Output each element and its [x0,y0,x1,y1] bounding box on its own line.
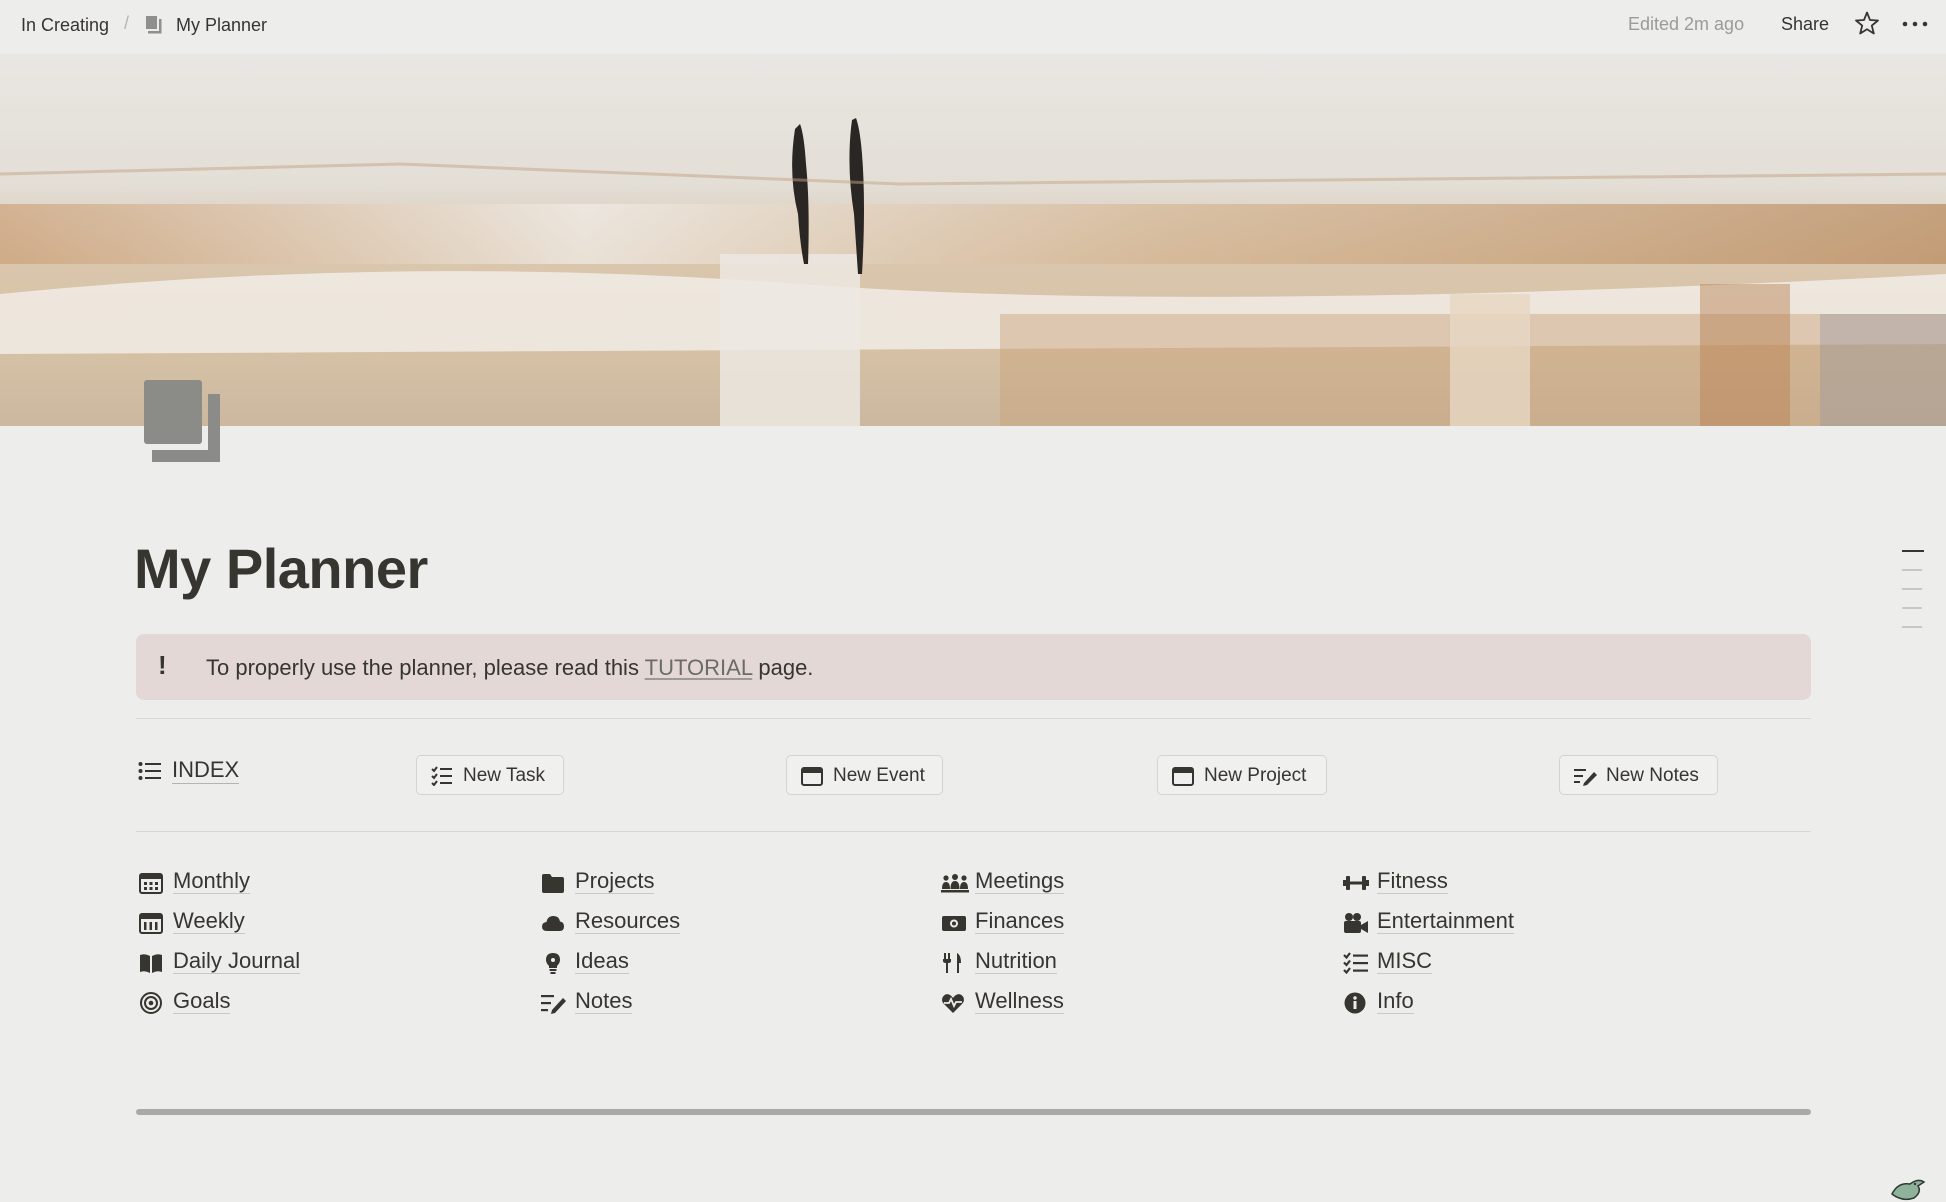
star-icon[interactable] [1854,10,1880,36]
heart-pulse-icon [942,994,964,1013]
nav-label: Ideas [575,948,629,974]
callout-text: To properly use the planner, please read… [206,655,813,681]
info-icon [1344,992,1366,1014]
divider [136,718,1811,719]
breadcrumb-parent[interactable]: In Creating [21,14,109,36]
folder-icon [542,874,564,893]
callout-text-before: To properly use the planner, please read… [206,655,645,680]
dumbbell-icon [1343,876,1369,890]
share-button[interactable]: Share [1781,14,1829,35]
nav-label: Projects [575,868,655,894]
toc-line[interactable] [1902,588,1922,590]
edited-status: Edited 2m ago [1628,14,1745,34]
tutorial-link[interactable]: TUTORIAL [645,655,753,680]
callout-text-after: page. [752,655,814,680]
calendar-icon [1172,767,1194,786]
documents-icon[interactable] [144,380,220,462]
bottom-divider-bar [136,1109,1811,1115]
target-icon [140,992,162,1014]
more-icon[interactable] [1900,10,1930,36]
new-notes-label: New Notes [1606,765,1699,786]
new-notes-button[interactable]: New Notes [1559,755,1718,795]
nav-label: Notes [575,988,633,1014]
nav-label: MISC [1377,948,1432,974]
video-camera-icon [1344,913,1368,933]
lightbulb-icon [546,953,560,974]
breadcrumb-separator: / [124,13,130,33]
toc-line[interactable] [1902,626,1922,628]
new-project-label: New Project [1204,765,1307,786]
money-icon [942,916,966,931]
index-label: INDEX [172,757,240,784]
write-icon [1574,769,1597,786]
calendar-icon [139,873,163,894]
nav-label: Info [1377,988,1414,1014]
new-task-label: New Task [463,765,546,786]
nav-label: Goals [173,988,231,1014]
people-icon [941,874,969,893]
checklist-icon [431,766,452,786]
toc-line[interactable] [1902,569,1922,571]
toc-line[interactable] [1902,550,1924,552]
calendar-icon [801,767,823,786]
list-icon [138,762,161,780]
exclamation-icon: ! [158,650,167,680]
calendar-icon [139,913,163,934]
breadcrumb-page[interactable]: My Planner [176,14,267,36]
nav-label: Meetings [975,868,1065,894]
fork-knife-icon [943,953,961,973]
nav-label: Daily Journal [173,948,301,974]
new-event-label: New Event [833,765,925,786]
write-icon [541,995,566,1014]
page-title[interactable]: My Planner [134,536,428,601]
table-of-contents[interactable] [1902,550,1924,645]
nav-label: Wellness [975,988,1064,1014]
nav-label: Weekly [173,908,245,934]
callout: ! To properly use the planner, please re… [136,634,1811,700]
nav-label: Fitness [1377,868,1448,894]
divider [136,831,1811,832]
nav-label: Finances [975,908,1065,934]
nav-label: Nutrition [975,948,1057,974]
nav-label: Monthly [173,868,251,894]
cover-image [0,54,1946,426]
page-icon [146,16,162,34]
nav-label: Resources [575,908,681,934]
cloud-icon [542,916,564,931]
bird-icon [1891,1179,1926,1201]
new-event-button[interactable]: New Event [786,755,943,795]
top-bar: In Creating / My Planner Edited 2m ago S… [0,0,1946,54]
new-task-button[interactable]: New Task [416,755,564,795]
checklist-icon [1343,952,1368,974]
nav-label: Entertainment [1377,908,1514,934]
toc-line[interactable] [1902,607,1922,609]
book-icon [140,954,162,973]
new-project-button[interactable]: New Project [1157,755,1327,795]
